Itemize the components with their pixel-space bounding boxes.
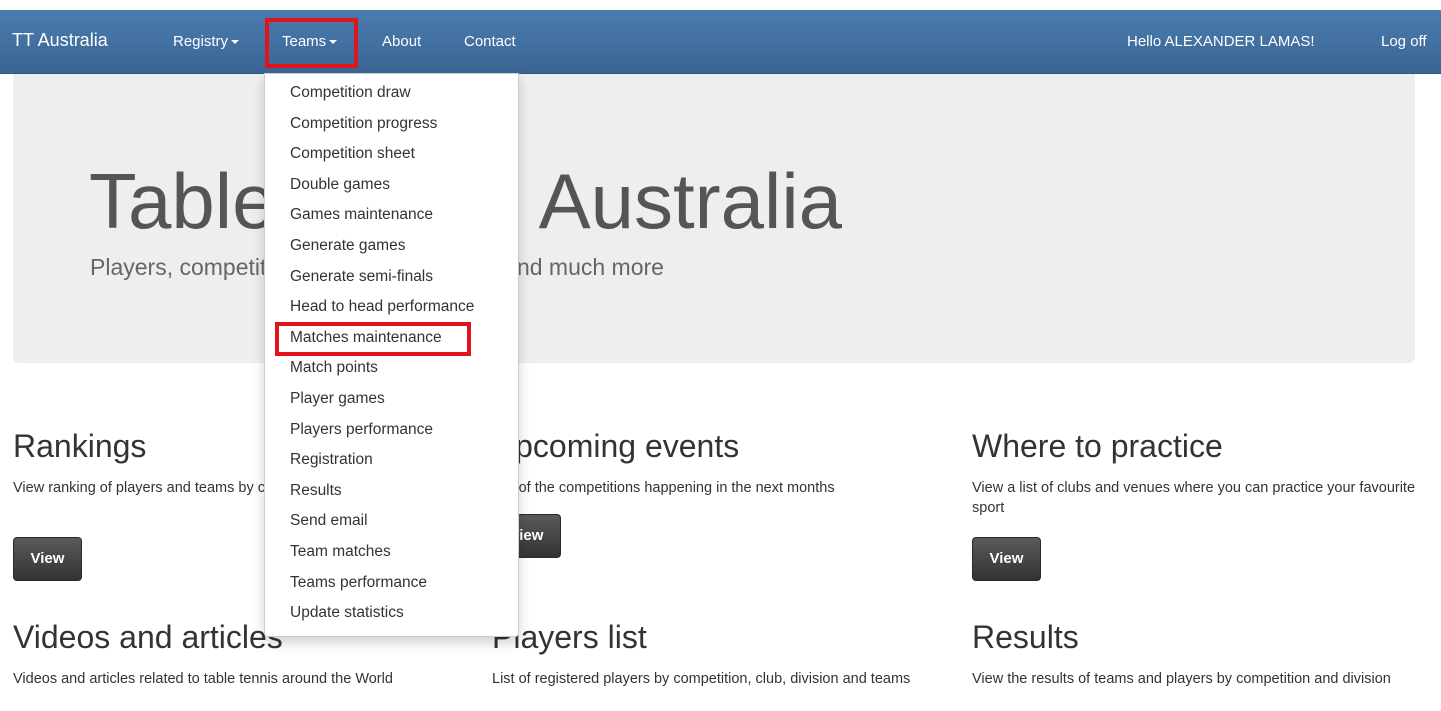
- feature-title: Results: [972, 619, 1079, 655]
- feature-text: Videos and articles related to table ten…: [13, 671, 393, 687]
- menu-item-results[interactable]: Results: [265, 476, 518, 507]
- menu-item-generate-semi-finals[interactable]: Generate semi-finals: [265, 262, 518, 293]
- feature-results: Results View the results of teams and pl…: [972, 617, 1412, 689]
- menu-item-teams-performance[interactable]: Teams performance: [265, 568, 518, 599]
- menu-item-double-games[interactable]: Double games: [265, 170, 518, 201]
- menu-item-competition-progress[interactable]: Competition progress: [265, 109, 518, 140]
- feature-title: Upcoming events: [492, 428, 740, 464]
- menu-item-match-points[interactable]: Match points: [265, 353, 518, 384]
- logoff-link[interactable]: Log off: [1381, 10, 1427, 73]
- feature-upcoming-events: Upcoming events List of the competitions…: [492, 426, 932, 498]
- brand-link[interactable]: TT Australia: [12, 10, 108, 73]
- nav-about[interactable]: About: [382, 10, 421, 73]
- feature-where-to-practice: Where to practice View a list of clubs a…: [972, 426, 1422, 518]
- feature-text: List of registered players by competitio…: [492, 671, 911, 687]
- nav-registry-label: Registry: [173, 33, 229, 50]
- matches-maintenance-highlight-box: [275, 322, 471, 356]
- menu-item-competition-sheet[interactable]: Competition sheet: [265, 139, 518, 170]
- menu-item-head-to-head-performance[interactable]: Head to head performance: [265, 292, 518, 323]
- feature-text: List of the competitions happening in th…: [492, 480, 835, 496]
- menu-item-registration[interactable]: Registration: [265, 445, 518, 476]
- menu-item-games-maintenance[interactable]: Games maintenance: [265, 200, 518, 231]
- caret-down-icon: [231, 40, 240, 45]
- menu-item-player-games[interactable]: Player games: [265, 384, 518, 415]
- user-greeting[interactable]: Hello ALEXANDER LAMAS!: [1127, 10, 1315, 73]
- menu-item-competition-draw[interactable]: Competition draw: [265, 78, 518, 109]
- menu-item-generate-games[interactable]: Generate games: [265, 231, 518, 262]
- menu-item-send-email[interactable]: Send email: [265, 506, 518, 537]
- teams-highlight-box: [265, 18, 358, 68]
- menu-item-update-statistics[interactable]: Update statistics: [265, 598, 518, 629]
- feature-title: Where to practice: [972, 428, 1223, 464]
- feature-text: View the results of teams and players by…: [972, 671, 1391, 687]
- feature-title: Players list: [492, 619, 647, 655]
- practice-view-button[interactable]: View: [972, 537, 1041, 581]
- rankings-view-button[interactable]: View: [13, 537, 82, 581]
- menu-item-team-matches[interactable]: Team matches: [265, 537, 518, 568]
- navbar: TT Australia Registry Teams About Contac…: [0, 10, 1441, 74]
- feature-players-list: Players list List of registered players …: [492, 617, 932, 689]
- menu-item-players-performance[interactable]: Players performance: [265, 415, 518, 446]
- jumbotron: Table Tennis Australia Players, competit…: [13, 74, 1415, 363]
- nav-contact[interactable]: Contact: [464, 10, 516, 73]
- nav-registry[interactable]: Registry: [173, 10, 240, 73]
- feature-text: View a list of clubs and venues where yo…: [972, 480, 1416, 516]
